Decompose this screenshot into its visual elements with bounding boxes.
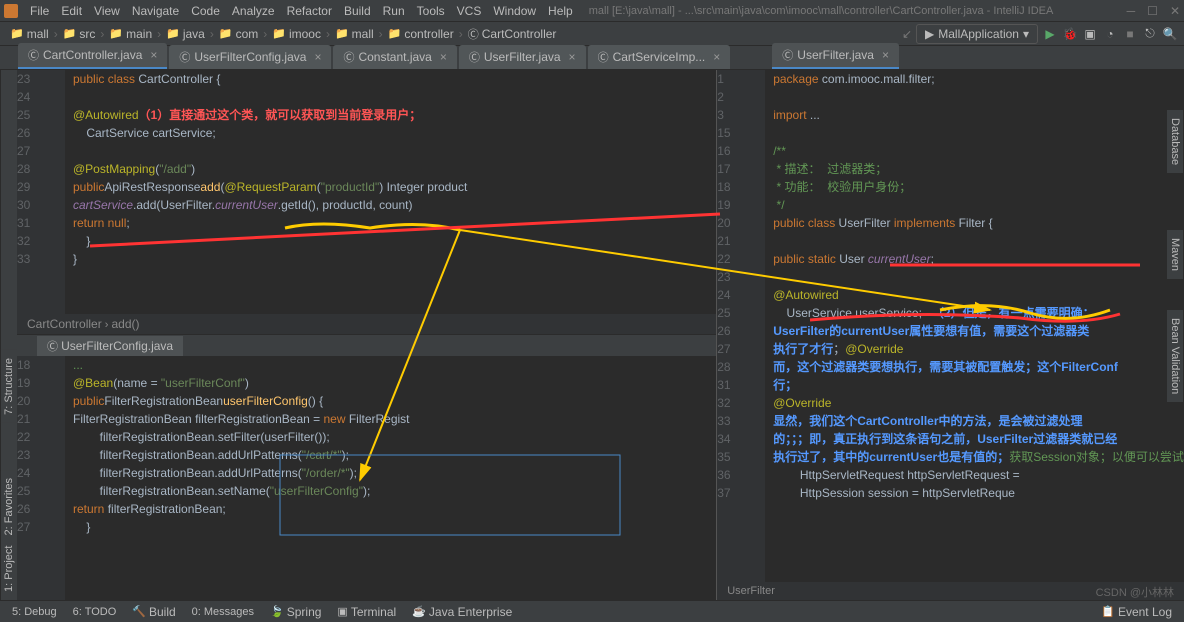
close-icon[interactable]: × <box>150 48 157 62</box>
sidebar-maven[interactable]: Maven <box>1167 230 1184 279</box>
profile-icon[interactable]: ◔ <box>1102 26 1118 42</box>
close-icon[interactable]: ✕ <box>1170 4 1180 18</box>
run-icon[interactable]: ▶ <box>1042 26 1058 42</box>
bc-imooc[interactable]: 📁 imooc <box>268 27 325 41</box>
tool-build[interactable]: 🔨 Build <box>124 603 183 621</box>
menu-build[interactable]: Build <box>338 2 377 20</box>
editor-tabs: Ⓒ CartController.java × Ⓒ UserFilterConf… <box>0 46 1184 70</box>
menu-refactor[interactable]: Refactor <box>281 2 338 20</box>
tool-debug[interactable]: 5: Debug <box>4 604 65 620</box>
code-area[interactable]: package com.imooc.mall.filter;import ...… <box>765 70 1184 582</box>
gutter[interactable]: 1231516171819202122232425262728313233343… <box>717 70 765 582</box>
watermark: CSDN @小林林 <box>1096 584 1174 600</box>
debug-icon[interactable]: 🐞 <box>1062 26 1078 42</box>
sidebar-favorites[interactable]: 2: Favorites <box>0 470 17 543</box>
bc-mall2[interactable]: 📁 mall <box>331 27 378 41</box>
tab-userfilter2[interactable]: Ⓒ UserFilter.java × <box>772 43 899 69</box>
menu-analyze[interactable]: Analyze <box>226 2 281 20</box>
minimize-icon[interactable]: ─ <box>1127 4 1136 18</box>
bc-java[interactable]: 📁 java <box>162 27 209 41</box>
tool-eventlog[interactable]: 📋 Event Log <box>1093 603 1180 621</box>
bottom-toolbar: 5: Debug 6: TODO 🔨 Build 0: Messages 🍃 S… <box>0 600 1184 622</box>
tool-todo[interactable]: 6: TODO <box>65 604 125 620</box>
tab-cartserviceimp[interactable]: Ⓒ CartServiceImp... × <box>588 45 731 69</box>
search-icon[interactable]: 🔍 <box>1162 26 1178 42</box>
coverage-icon[interactable]: ▣ <box>1082 26 1098 42</box>
titlebar: File Edit View Navigate Code Analyze Ref… <box>0 0 1184 22</box>
bc-mall[interactable]: 📁 mall <box>6 27 53 41</box>
tool-javaee[interactable]: ☕ Java Enterprise <box>404 603 520 621</box>
gutter[interactable]: 18192021222324252627 <box>17 356 65 600</box>
back-icon[interactable]: ↙ <box>902 27 912 41</box>
menu-view[interactable]: View <box>88 2 126 20</box>
tool-terminal[interactable]: ▣ Terminal <box>329 603 404 621</box>
code-area[interactable]: public class CartController { @Autowired… <box>65 70 716 314</box>
tool-spring[interactable]: 🍃 Spring <box>262 603 329 621</box>
run-config-dropdown[interactable]: ▶ MallApplication ▾ <box>916 24 1038 44</box>
bc-src[interactable]: 📁 src <box>59 27 100 41</box>
bc-main[interactable]: 📁 main <box>105 27 156 41</box>
menu-code[interactable]: Code <box>185 2 226 20</box>
app-icon <box>4 4 18 18</box>
menu-edit[interactable]: Edit <box>55 2 88 20</box>
tab-userfilter[interactable]: Ⓒ UserFilter.java × <box>459 45 586 69</box>
subtab-userfilterconfig[interactable]: Ⓒ UserFilterConfig.java <box>37 336 183 356</box>
sidebar-structure[interactable]: 7: Structure <box>0 350 17 423</box>
menu-tools[interactable]: Tools <box>411 2 451 20</box>
sidebar-database[interactable]: Database <box>1167 110 1184 173</box>
breadcrumb: 📁 mall› 📁 src› 📁 main› 📁 java› 📁 com› 📁 … <box>0 22 1184 46</box>
menu-navigate[interactable]: Navigate <box>126 2 185 20</box>
breadcrumb-editor[interactable]: CartController › add() <box>17 314 716 334</box>
left-editor-pane: 2324252627282930313233 public class Cart… <box>17 70 717 600</box>
vcs-icon[interactable]: ⎋ <box>1142 26 1158 42</box>
menu-vcs[interactable]: VCS <box>451 2 488 20</box>
right-editor-pane: 1231516171819202122232425262728313233343… <box>717 70 1184 600</box>
bc-controller[interactable]: 📁 controller <box>384 27 458 41</box>
tool-messages[interactable]: 0: Messages <box>184 604 262 620</box>
maximize-icon[interactable]: ☐ <box>1147 4 1158 18</box>
tab-cartcontroller[interactable]: Ⓒ CartController.java × <box>18 43 167 69</box>
window-title: mall [E:\java\mall] - ...\src\main\java\… <box>589 5 1054 17</box>
bc-com[interactable]: 📁 com <box>215 27 262 41</box>
sidebar-beanvalidation[interactable]: Bean Validation <box>1167 310 1184 402</box>
tab-constant[interactable]: Ⓒ Constant.java × <box>333 45 456 69</box>
menu-file[interactable]: File <box>24 2 55 20</box>
stop-icon[interactable]: ■ <box>1122 26 1138 42</box>
tab-userfilterconfig[interactable]: Ⓒ UserFilterConfig.java × <box>169 45 331 69</box>
bc-class[interactable]: Ⓒ CartController <box>464 26 561 42</box>
gutter[interactable]: 2324252627282930313233 <box>17 70 65 314</box>
menu-window[interactable]: Window <box>487 2 542 20</box>
menu-help[interactable]: Help <box>542 2 579 20</box>
menu-run[interactable]: Run <box>377 2 411 20</box>
code-area[interactable]: ... @Bean(name = "userFilterConf") publi… <box>65 356 716 600</box>
